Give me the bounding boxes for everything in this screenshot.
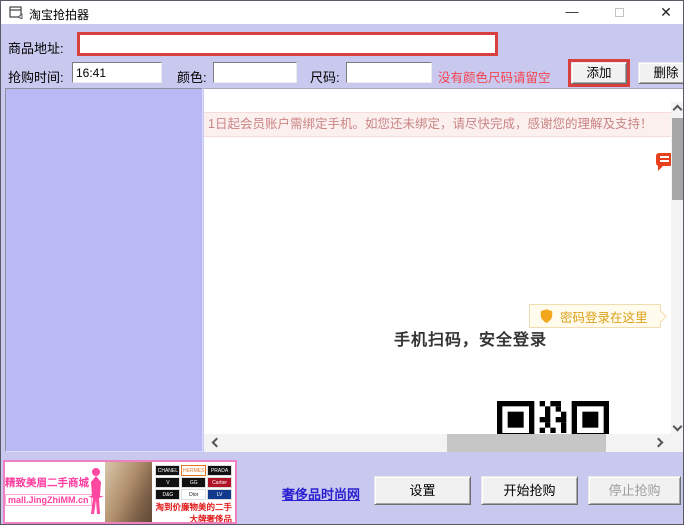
window-icon bbox=[9, 6, 23, 19]
size-input[interactable] bbox=[346, 62, 432, 83]
qr-code bbox=[497, 401, 609, 436]
horizontal-scrollbar[interactable] bbox=[204, 434, 671, 452]
delete-button[interactable]: 删除 bbox=[638, 62, 684, 84]
password-login-tooltip[interactable]: 密码登录在这里 bbox=[529, 304, 661, 328]
purchase-time-input[interactable] bbox=[72, 62, 162, 83]
vertical-scrollbar[interactable] bbox=[671, 102, 684, 452]
brand-logo: GG bbox=[181, 477, 206, 488]
brand-logo: V bbox=[155, 477, 180, 488]
app-window: 淘宝抢拍器 — ✕ 商品地址: 抢购时间: 颜色: 尺码: 没有颜色尺码请留空 … bbox=[0, 0, 684, 525]
title-bar: 淘宝抢拍器 — ✕ bbox=[1, 1, 683, 24]
minimize-button[interactable]: — bbox=[557, 1, 587, 23]
scroll-down-icon[interactable] bbox=[673, 422, 683, 432]
ad-photo bbox=[105, 462, 152, 522]
login-webview: 1日起会员账户需绑定手机。如您还未绑定，请尽快完成，感谢您的理解及支持！ 密码登… bbox=[204, 88, 684, 452]
scroll-up-icon[interactable] bbox=[673, 105, 683, 115]
ad-banner[interactable]: 精致美眉二手商城 mall.JingZhiMM.cn CHANEL HERMES… bbox=[3, 460, 237, 524]
scroll-left-icon[interactable] bbox=[212, 438, 222, 448]
shield-icon bbox=[540, 309, 553, 324]
ad-tagline-1: 淘到价廉物美的二手 bbox=[155, 502, 232, 512]
size-label: 尺码: bbox=[310, 67, 340, 86]
luxury-site-link[interactable]: 奢侈品时尚网 bbox=[282, 484, 360, 503]
stop-purchase-button: 停止抢购 bbox=[588, 476, 681, 505]
tooltip-text: 密码登录在这里 bbox=[560, 307, 648, 326]
color-label: 颜色: bbox=[177, 67, 207, 86]
brand-logo: PRADA bbox=[207, 465, 232, 476]
add-button-highlight: 添加 bbox=[568, 59, 630, 87]
brand-logo: D&G bbox=[155, 489, 180, 500]
maximize-button bbox=[605, 1, 635, 23]
brand-logo: Cartier bbox=[207, 477, 232, 488]
purchase-time-label: 抢购时间: bbox=[8, 67, 64, 86]
ad-tagline-2: 大牌奢侈品 bbox=[155, 514, 232, 524]
brand-logo: Dior bbox=[181, 489, 206, 500]
ad-store-url: mall.JingZhiMM.cn bbox=[5, 494, 92, 506]
vertical-scroll-thumb[interactable] bbox=[672, 118, 684, 200]
ad-brand-block: CHANEL HERMES PRADA V GG Cartier D&G Dio… bbox=[152, 462, 235, 522]
horizontal-scroll-thumb[interactable] bbox=[447, 434, 606, 452]
maximize-icon bbox=[615, 8, 624, 17]
product-url-highlight bbox=[77, 32, 498, 56]
add-button[interactable]: 添加 bbox=[571, 62, 627, 84]
ad-store-name: 精致美眉二手商城 bbox=[5, 475, 85, 490]
brand-logo: LV bbox=[207, 489, 232, 500]
settings-button[interactable]: 设置 bbox=[374, 476, 471, 505]
ad-text-block: 精致美眉二手商城 mall.JingZhiMM.cn bbox=[5, 462, 85, 522]
product-url-label: 商品地址: bbox=[8, 38, 64, 57]
phone-binding-notice: 1日起会员账户需绑定手机。如您还未绑定，请尽快完成，感谢您的理解及支持！ bbox=[204, 112, 671, 137]
start-purchase-button[interactable]: 开始抢购 bbox=[481, 476, 578, 505]
window-title: 淘宝抢拍器 bbox=[29, 6, 89, 23]
scroll-right-icon[interactable] bbox=[654, 438, 664, 448]
woman-silhouette-icon bbox=[85, 462, 105, 522]
color-input[interactable] bbox=[213, 62, 297, 83]
color-size-hint: 没有颜色尺码请留空 bbox=[438, 67, 551, 86]
task-list-panel bbox=[5, 88, 203, 452]
product-url-input[interactable] bbox=[80, 35, 495, 53]
brand-logo: CHANEL bbox=[155, 465, 180, 476]
scan-login-slogan: 手机扫码，安全登录 bbox=[394, 326, 547, 350]
brand-logo: HERMES bbox=[181, 465, 206, 476]
close-button[interactable]: ✕ bbox=[651, 1, 681, 23]
brand-logo-grid: CHANEL HERMES PRADA V GG Cartier D&G Dio… bbox=[155, 465, 232, 500]
